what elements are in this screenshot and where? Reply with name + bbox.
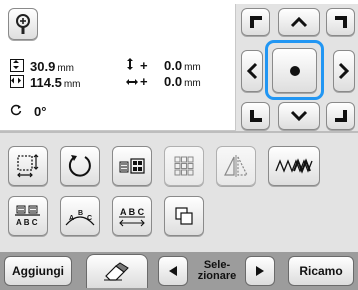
- rotate-button[interactable]: [60, 146, 100, 186]
- vertical-arrow-icon: [126, 58, 140, 73]
- rotation-value: 0°: [34, 104, 47, 119]
- eraser-icon: [104, 261, 129, 281]
- svg-text:A B C: A B C: [120, 207, 145, 217]
- duplicate-icon: [175, 207, 193, 225]
- character-spacing-button[interactable]: A B C: [8, 196, 48, 236]
- center-button[interactable]: [272, 48, 317, 93]
- vertical-offset-value: 0.0: [164, 58, 183, 73]
- zoom-button[interactable]: [8, 8, 38, 40]
- text-width-icon: A B C: [119, 207, 145, 227]
- mirror-button[interactable]: [216, 146, 256, 186]
- border-zigzag-icon: [275, 158, 313, 174]
- move-up-left-button[interactable]: [241, 8, 270, 36]
- size-button[interactable]: [8, 146, 48, 186]
- select-previous-button[interactable]: [158, 256, 188, 286]
- chevron-up-icon: [290, 16, 308, 28]
- horizontal-offset-value: 0.0: [164, 74, 183, 89]
- move-up-right-button[interactable]: [326, 8, 355, 36]
- duplicate-button[interactable]: [164, 196, 204, 236]
- vertical-offset-unit: mm: [184, 62, 201, 73]
- corner-up-left-icon: [249, 16, 262, 28]
- letter-spacing-icon: A B C: [15, 205, 40, 227]
- height-size-icon: [10, 59, 24, 72]
- move-left-button[interactable]: [241, 50, 263, 92]
- text-arc-button[interactable]: A B C: [60, 196, 100, 236]
- move-down-left-button[interactable]: [241, 102, 270, 130]
- center-dot-icon: [289, 65, 300, 76]
- rotate-icon: [68, 155, 91, 177]
- svg-text:A B C: A B C: [16, 218, 38, 227]
- add-button[interactable]: Aggiungi: [4, 256, 72, 286]
- border-button[interactable]: [268, 146, 320, 186]
- width-size-icon: [10, 75, 24, 88]
- chevron-right-icon: [338, 62, 350, 80]
- text-width-button[interactable]: A B C: [112, 196, 152, 236]
- text-arc-icon: A B C: [65, 210, 95, 226]
- eraser-button[interactable]: [86, 254, 148, 288]
- corner-down-left-icon: [249, 110, 262, 122]
- mirror-icon: [224, 155, 248, 177]
- vertical-offset-sign: +: [140, 58, 148, 73]
- select-label: Sele- zionare: [192, 258, 242, 284]
- svg-text:B: B: [78, 210, 83, 217]
- horizontal-offset-unit: mm: [184, 78, 201, 89]
- triangle-left-icon: [169, 266, 177, 276]
- density-icon: [119, 158, 145, 174]
- horizontal-offset-readout: + 0.0 mm: [126, 74, 201, 89]
- height-unit: mm: [63, 79, 81, 90]
- horizontal-arrow-icon: [126, 74, 140, 89]
- thread-density-button[interactable]: [112, 146, 152, 186]
- vertical-offset-readout: + 0.0 mm: [126, 58, 201, 73]
- svg-text:A: A: [69, 215, 74, 222]
- move-up-button[interactable]: [278, 8, 320, 36]
- rotation-icon: [10, 104, 34, 119]
- corner-down-right-icon: [334, 110, 347, 122]
- embroider-button[interactable]: Ricamo: [288, 256, 354, 286]
- width-readout: 30.9 mm: [10, 58, 74, 74]
- chevron-left-icon: [246, 62, 258, 80]
- width-unit: mm: [57, 63, 74, 74]
- move-down-right-button[interactable]: [326, 102, 355, 130]
- width-value: 30.9: [30, 59, 56, 74]
- zoom-icon: [16, 14, 30, 34]
- move-down-button[interactable]: [278, 102, 320, 130]
- array-grid-icon: [174, 156, 194, 176]
- move-right-button[interactable]: [333, 50, 355, 92]
- horizontal-offset-sign: +: [140, 74, 148, 89]
- array-button[interactable]: [164, 146, 204, 186]
- resize-icon: [17, 154, 39, 178]
- triangle-right-icon: [256, 266, 264, 276]
- height-value: 114.5: [30, 75, 62, 90]
- rotation-readout: 0°: [10, 104, 46, 119]
- select-next-button[interactable]: [245, 256, 275, 286]
- corner-up-right-icon: [334, 16, 347, 28]
- svg-text:C: C: [87, 215, 92, 222]
- height-readout: 114.5 mm: [10, 74, 81, 90]
- chevron-down-icon: [290, 110, 308, 122]
- select-label-line2: zionare: [197, 270, 237, 282]
